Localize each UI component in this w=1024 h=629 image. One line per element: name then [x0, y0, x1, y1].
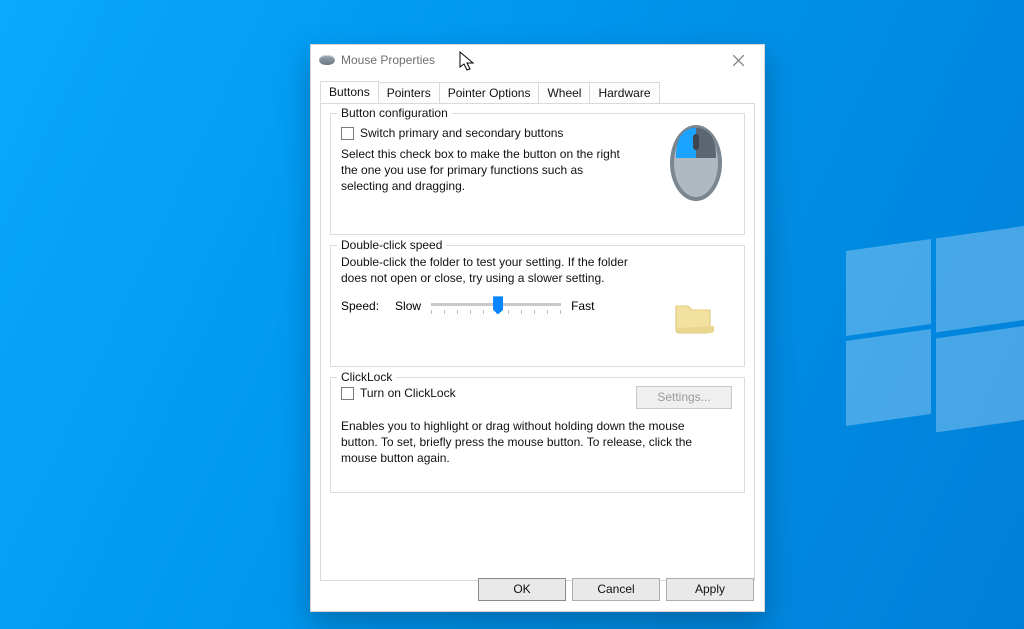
window-title: Mouse Properties [341, 53, 435, 67]
apply-button[interactable]: Apply [666, 578, 754, 601]
checkbox-icon [341, 387, 354, 400]
clicklock-settings-button: Settings... [636, 386, 732, 409]
tab-pointers[interactable]: Pointers [378, 82, 440, 103]
slow-label: Slow [395, 299, 421, 313]
checkbox-icon [341, 127, 354, 140]
clicklock-description: Enables you to highlight or drag without… [341, 418, 721, 467]
close-icon [733, 55, 744, 66]
group-legend: ClickLock [337, 370, 396, 384]
desktop: Mouse Properties Buttons Pointers Pointe… [0, 0, 1024, 629]
double-click-speed-group: Double-click speed Double-click the fold… [330, 245, 745, 367]
tab-pointer-options[interactable]: Pointer Options [439, 82, 540, 103]
group-legend: Button configuration [337, 106, 452, 120]
fast-label: Fast [571, 299, 594, 313]
checkbox-label: Switch primary and secondary buttons [360, 126, 563, 140]
switch-buttons-checkbox[interactable]: Switch primary and secondary buttons [341, 126, 631, 140]
cancel-button[interactable]: Cancel [572, 578, 660, 601]
checkbox-label: Turn on ClickLock [360, 386, 456, 400]
button-config-description: Select this check box to make the button… [341, 146, 631, 195]
titlebar[interactable]: Mouse Properties [311, 45, 764, 75]
dialog-button-row: OK Cancel Apply [478, 578, 754, 601]
tab-buttons[interactable]: Buttons [320, 81, 379, 103]
ok-button[interactable]: OK [478, 578, 566, 601]
close-button[interactable] [716, 45, 760, 75]
tab-page-buttons: Button configuration Switch primary and … [320, 103, 755, 581]
folder-icon[interactable] [670, 294, 716, 338]
mouse-cursor-icon [459, 51, 477, 73]
tab-strip: Buttons Pointers Pointer Options Wheel H… [320, 79, 755, 103]
speed-slider[interactable] [431, 296, 561, 316]
mouse-icon [319, 55, 335, 65]
mouse-illustration [664, 120, 728, 206]
button-configuration-group: Button configuration Switch primary and … [330, 113, 745, 235]
mouse-properties-dialog: Mouse Properties Buttons Pointers Pointe… [310, 44, 765, 612]
group-legend: Double-click speed [337, 238, 446, 252]
speed-label: Speed: [341, 299, 379, 313]
windows-logo [764, 0, 1024, 629]
tab-hardware[interactable]: Hardware [589, 82, 659, 103]
tab-wheel[interactable]: Wheel [538, 82, 590, 103]
clicklock-group: ClickLock Turn on ClickLock Settings... … [330, 377, 745, 493]
double-click-description: Double-click the folder to test your set… [341, 254, 631, 286]
